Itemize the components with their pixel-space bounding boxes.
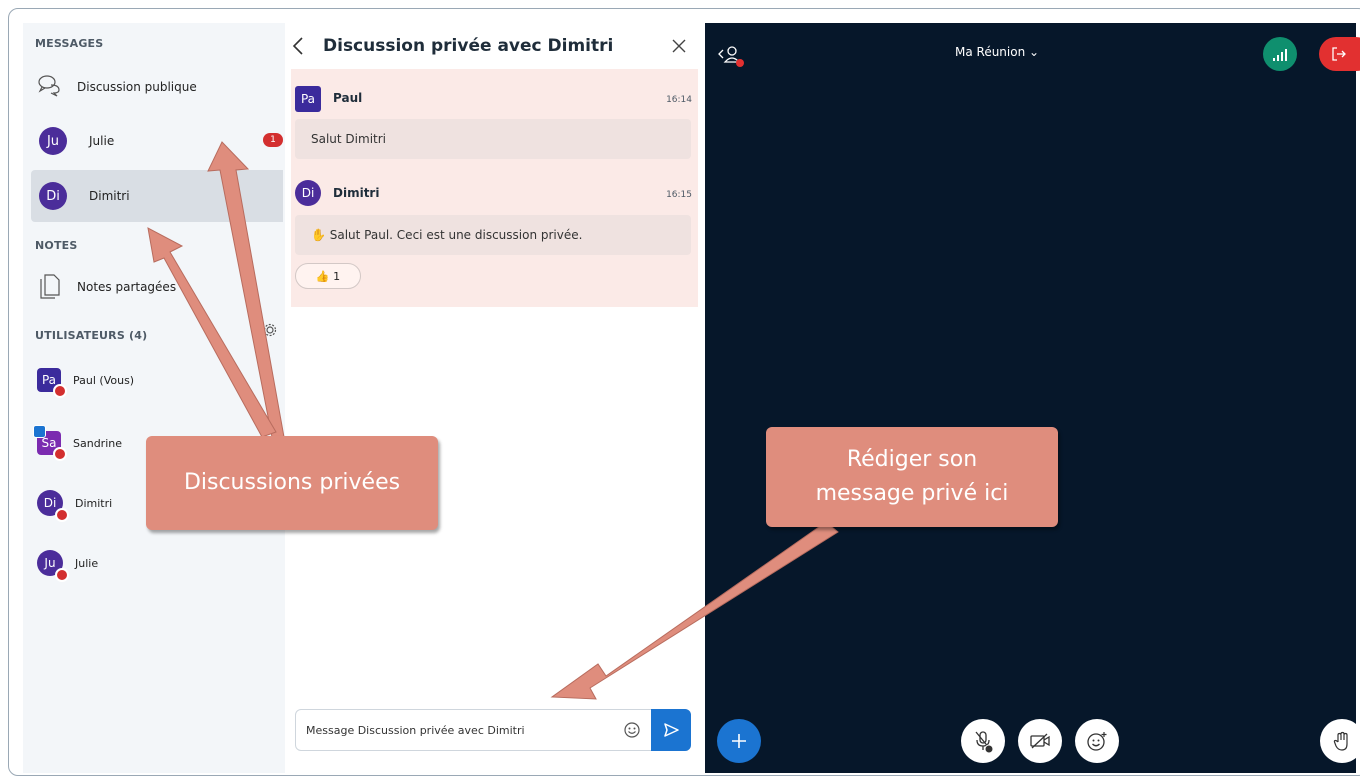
- chat-title: Discussion privée avec Dimitri: [323, 36, 614, 56]
- avatar: Sa: [33, 425, 67, 461]
- sidebar-item-public-chat[interactable]: Discussion publique: [31, 61, 283, 113]
- presenter-icon: [33, 425, 46, 438]
- annotation-private-chats: Discussions privées: [146, 436, 438, 530]
- muted-microphone-icon: [972, 729, 994, 754]
- leave-meeting-button[interactable]: [1319, 37, 1360, 71]
- shared-notes-label: Notes partagées: [77, 280, 177, 294]
- message-composer: [295, 709, 691, 751]
- sidebar-item-shared-notes[interactable]: Notes partagées: [31, 261, 283, 313]
- user-list-item-sandrine[interactable]: Sa Sandrine: [33, 423, 122, 463]
- muted-mic-icon: [53, 384, 67, 398]
- sidebar: MESSAGES Discussion publique Ju Julie 1 …: [23, 23, 285, 773]
- avatar: Pa: [295, 86, 321, 112]
- main-presentation-area: Ma Réunion ⌄: [705, 23, 1360, 773]
- send-icon: [662, 721, 680, 739]
- raise-hand-button[interactable]: [1320, 719, 1360, 763]
- chat-name: Dimitri: [89, 189, 130, 203]
- user-name: Paul (Vous): [73, 373, 135, 387]
- share-webcam-button[interactable]: [1018, 719, 1062, 763]
- annotation-write-message: Rédiger son message privé ici: [766, 427, 1058, 527]
- message-author: Dimitri: [333, 186, 380, 200]
- user-name: Julie: [75, 556, 99, 570]
- messages-section-title: MESSAGES: [35, 37, 104, 50]
- muted-mic-icon: [53, 447, 67, 461]
- user-list-item-paul[interactable]: Pa Paul (Vous): [37, 360, 134, 400]
- actions-plus-button[interactable]: [717, 719, 761, 763]
- logout-icon: [1331, 46, 1347, 62]
- user-list-item-julie[interactable]: Ju Julie: [37, 543, 98, 583]
- message-list: Pa Paul 16:14 Salut Dimitri Di Dimitri 1…: [291, 69, 698, 307]
- chat-name: Julie: [89, 134, 115, 148]
- muted-mic-icon: [55, 508, 69, 522]
- send-button[interactable]: [651, 709, 691, 751]
- notes-section-title: NOTES: [35, 239, 78, 252]
- message-input[interactable]: [306, 710, 616, 750]
- avatar: Di: [39, 182, 67, 210]
- user-name: Dimitri: [75, 496, 113, 510]
- document-icon: [39, 273, 63, 301]
- public-chat-label: Discussion publique: [77, 80, 197, 94]
- message-bubble: Salut Dimitri: [295, 119, 691, 159]
- mute-microphone-button[interactable]: [961, 719, 1005, 763]
- message-author: Paul: [333, 91, 363, 105]
- plus-icon: [730, 732, 748, 750]
- user-name: Sandrine: [73, 436, 122, 450]
- user-list-item-dimitri[interactable]: Di Dimitri: [37, 483, 112, 523]
- chat-panel: Discussion privée avec Dimitri Pa Paul 1…: [285, 23, 705, 773]
- unread-badge: 1: [263, 133, 283, 147]
- chat-header: Discussion privée avec Dimitri: [285, 23, 705, 69]
- emoji-icon[interactable]: [624, 722, 640, 738]
- avatar: Di: [37, 490, 69, 522]
- back-chevron-icon[interactable]: [291, 36, 305, 56]
- connection-status-button[interactable]: [1263, 37, 1297, 71]
- reactions-button[interactable]: [1075, 719, 1119, 763]
- sidebar-item-chat-dimitri[interactable]: Di Dimitri: [31, 170, 283, 222]
- smiley-icon: [1086, 730, 1108, 752]
- avatar: Ju: [37, 550, 69, 582]
- reaction-chip[interactable]: 👍 1: [295, 263, 361, 289]
- message-time: 16:14: [666, 95, 692, 105]
- users-section-title: UTILISATEURS (4): [35, 329, 148, 342]
- message-bubble: ✋ Salut Paul. Ceci est une discussion pr…: [295, 215, 691, 255]
- chat-bubbles-icon: [37, 73, 65, 101]
- gear-icon[interactable]: [263, 323, 277, 337]
- avatar: Pa: [37, 368, 67, 398]
- annotation-line: message privé ici: [815, 481, 1009, 506]
- close-icon[interactable]: [671, 38, 687, 54]
- annotation-line: Rédiger son: [846, 447, 978, 472]
- avatar: Ju: [39, 127, 67, 155]
- meeting-title[interactable]: Ma Réunion ⌄: [955, 45, 1039, 59]
- signal-bars-icon: [1272, 47, 1288, 61]
- users-toggle-icon[interactable]: [717, 43, 747, 69]
- muted-mic-icon: [55, 568, 69, 582]
- message-time: 16:15: [666, 190, 692, 200]
- sidebar-item-chat-julie[interactable]: Ju Julie 1: [31, 115, 283, 167]
- hand-icon: [1332, 730, 1352, 752]
- camera-off-icon: [1029, 732, 1051, 750]
- avatar: Di: [295, 180, 321, 206]
